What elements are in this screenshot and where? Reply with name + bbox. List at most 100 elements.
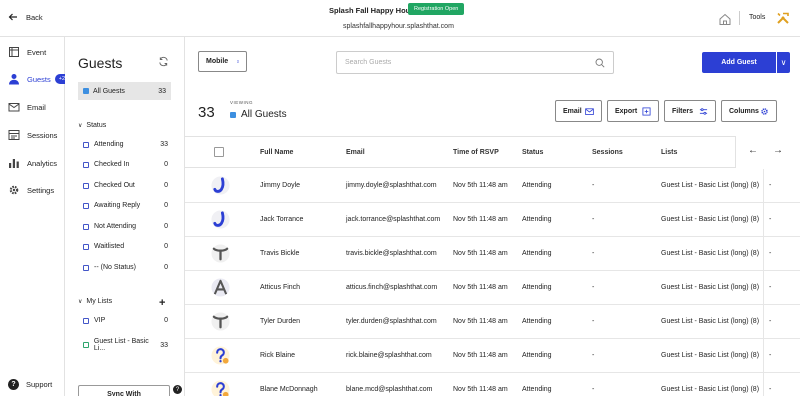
nav-item-email[interactable]: Email: [8, 101, 46, 113]
device-toggle-button[interactable]: Mobile: [198, 51, 247, 72]
export-icon: [642, 106, 651, 116]
filter-list-vip[interactable]: VIP 0: [83, 317, 168, 324]
search-icon[interactable]: [595, 58, 605, 68]
my-lists-group-toggle[interactable]: ∨ My Lists: [78, 298, 112, 305]
guest-full-name[interactable]: Jack Torrance: [260, 216, 303, 223]
filter-label: Checked In: [94, 161, 130, 168]
refresh-icon[interactable]: [158, 56, 169, 67]
guest-sessions: -: [592, 318, 595, 325]
guest-avatar[interactable]: [211, 278, 230, 297]
guest-rsvp-time: Nov 5th 11:48 am: [453, 284, 508, 291]
checkbox[interactable]: [83, 141, 89, 148]
search-input[interactable]: Search Guests: [336, 51, 614, 74]
guest-full-name[interactable]: Blane McDonnagh: [260, 386, 318, 393]
column-header-sessions[interactable]: Sessions: [592, 149, 623, 156]
event-url[interactable]: splashfallhappyhour.splashthat.com: [343, 23, 454, 30]
column-divider: [763, 271, 764, 305]
guest-extra-column: -: [769, 182, 772, 189]
guest-full-name[interactable]: Travis Bickle: [260, 250, 299, 257]
filter-status-checked-in[interactable]: Checked In 0: [83, 161, 168, 168]
checkbox[interactable]: [83, 317, 89, 324]
checkbox[interactable]: [83, 161, 89, 168]
guest-email: blane.mcd@splashthat.com: [346, 386, 433, 393]
guest-avatar[interactable]: [211, 346, 230, 365]
column-header-lists[interactable]: Lists: [661, 149, 677, 156]
gear-icon: [9, 185, 19, 195]
nav-item-analytics[interactable]: Analytics: [8, 157, 57, 169]
support-button[interactable]: ? Support: [8, 379, 52, 390]
search-placeholder: Search Guests: [345, 59, 392, 66]
add-list-icon[interactable]: +: [159, 297, 165, 309]
email-button[interactable]: Email: [555, 100, 602, 122]
registration-status-badge[interactable]: Registration Open: [408, 3, 465, 15]
table-row[interactable]: Rick Blaine rick.blaine@splashthat.com Nov…: [185, 339, 800, 373]
checkbox[interactable]: [83, 223, 89, 230]
add-guest-button[interactable]: Add Guest: [702, 52, 776, 73]
status-group-toggle[interactable]: ∨ Status: [78, 122, 106, 129]
guest-avatar[interactable]: [211, 380, 230, 396]
checkbox[interactable]: [83, 243, 89, 250]
filters-button[interactable]: Filters: [664, 100, 716, 122]
filter-count: 0: [164, 243, 168, 250]
guest-extra-column: -: [769, 386, 772, 393]
sync-with-button[interactable]: Sync With: [78, 385, 170, 396]
filter-all-guests[interactable]: All Guests 33: [78, 82, 171, 100]
filter-list-guest-list[interactable]: Guest List - Basic Li... 33: [83, 338, 168, 352]
filter-status-no-status[interactable]: -- (No Status) 0: [83, 264, 168, 271]
table-row[interactable]: Atticus Finch atticus.finch@splashthat.co…: [185, 271, 800, 305]
table-row[interactable]: Tyler Durden tyler.durden@splashthat.com N…: [185, 305, 800, 339]
column-header-time-of-rsvp[interactable]: Time of RSVP: [453, 149, 499, 156]
add-guest-dropdown-toggle[interactable]: ∨: [777, 52, 790, 73]
checkbox[interactable]: [83, 182, 89, 189]
guest-avatar[interactable]: [211, 176, 230, 195]
guest-rsvp-time: Nov 5th 11:48 am: [453, 318, 508, 325]
sessions-icon: [8, 130, 20, 140]
back-button[interactable]: Back: [8, 12, 43, 22]
nav-item-guests[interactable]: Guests +23: [8, 73, 73, 85]
tools-label[interactable]: Tools: [749, 14, 765, 21]
columns-button[interactable]: Columns: [721, 100, 777, 122]
nav-item-sessions[interactable]: Sessions: [8, 129, 57, 141]
help-icon[interactable]: ?: [173, 385, 182, 394]
calendar-icon: [9, 47, 19, 57]
column-header-email[interactable]: Email: [346, 149, 365, 156]
guest-full-name[interactable]: Tyler Durden: [260, 318, 300, 325]
table-row[interactable]: Travis Bickle travis.bickle@splashthat.co…: [185, 237, 800, 271]
arrow-left-icon[interactable]: ←: [748, 145, 758, 156]
filter-status-attending[interactable]: Attending 33: [83, 141, 168, 148]
filter-status-waitlisted[interactable]: Waitlisted 0: [83, 243, 168, 250]
filter-status-checked-out[interactable]: Checked Out 0: [83, 182, 168, 189]
table-row[interactable]: Blane McDonnagh blane.mcd@splashthat.com N…: [185, 373, 800, 396]
gear-icon: [761, 107, 768, 115]
select-all-checkbox[interactable]: [214, 147, 224, 157]
checkbox[interactable]: [83, 202, 89, 209]
nav-item-settings[interactable]: Settings: [8, 184, 54, 196]
guest-avatar[interactable]: [211, 244, 230, 263]
checkbox[interactable]: [83, 342, 89, 348]
guest-avatar[interactable]: [211, 312, 230, 331]
guest-status: Attending: [522, 216, 552, 223]
guest-full-name[interactable]: Jimmy Doyle: [260, 182, 300, 189]
table-row[interactable]: Jimmy Doyle jimmy.doyle@splashthat.com Nov…: [185, 169, 800, 203]
guest-full-name[interactable]: Rick Blaine: [260, 352, 295, 359]
guest-avatar[interactable]: [211, 210, 230, 229]
home-icon[interactable]: [718, 12, 732, 26]
nav-item-event[interactable]: Event: [8, 46, 46, 58]
filter-status-awaiting-reply[interactable]: Awaiting Reply 0: [83, 202, 168, 209]
filter-panel: Guests All Guests 33 ∨ Status Attending …: [65, 37, 185, 396]
column-header-status[interactable]: Status: [522, 149, 543, 156]
table-row[interactable]: Jack Torrance jack.torrance@splashthat.co…: [185, 203, 800, 237]
guest-status: Attending: [522, 182, 552, 189]
guest-full-name[interactable]: Atticus Finch: [260, 284, 300, 291]
filter-status-not-attending[interactable]: Not Attending 0: [83, 223, 168, 230]
guest-extra-column: -: [769, 216, 772, 223]
question-icon: ?: [8, 379, 19, 390]
export-button[interactable]: Export: [607, 100, 659, 122]
guest-lists: Guest List - Basic List (long) (8): [661, 386, 760, 393]
arrow-right-icon[interactable]: →: [773, 145, 783, 156]
tools-icon[interactable]: [776, 11, 790, 25]
column-header-full-name[interactable]: Full Name: [260, 149, 293, 156]
filter-label: Waitlisted: [94, 243, 125, 250]
checkbox[interactable]: [83, 264, 89, 271]
guest-extra-column: -: [769, 352, 772, 359]
